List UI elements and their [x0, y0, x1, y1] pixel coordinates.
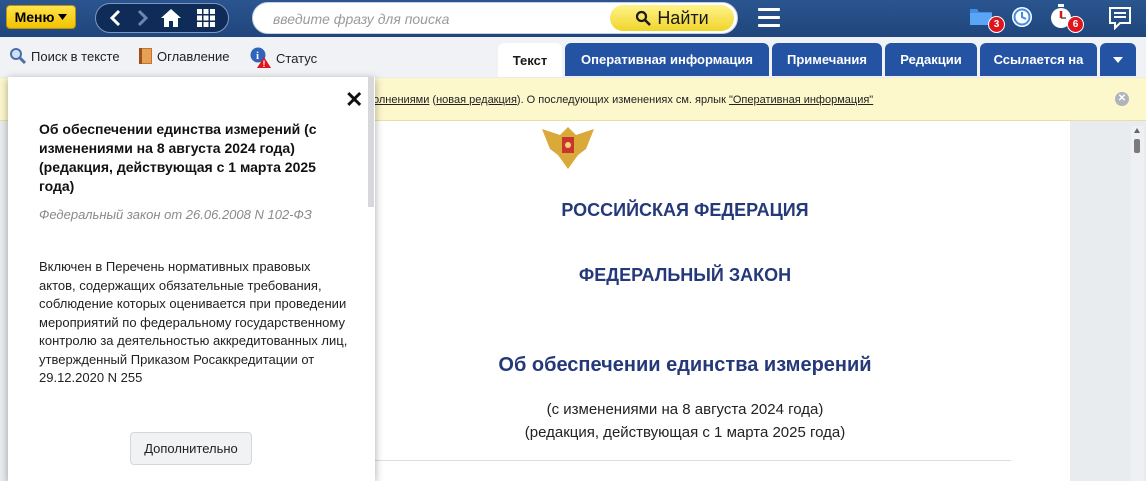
doc-title: Об обеспечении единства измерений — [498, 354, 872, 376]
tab-more-dropdown[interactable] — [1100, 43, 1136, 76]
folder-button[interactable]: 3 — [968, 4, 1005, 33]
tab-references[interactable]: Ссылается на — [980, 43, 1097, 76]
find-button[interactable]: Найти — [610, 5, 734, 31]
grid-button[interactable] — [191, 4, 221, 32]
back-button[interactable] — [100, 4, 130, 32]
contents-label: Оглавление — [157, 48, 230, 64]
menu-button[interactable]: Меню — [6, 5, 76, 29]
folder-badge: 3 — [988, 16, 1005, 33]
dropdown-arrow-icon — [1113, 56, 1123, 63]
doc-changes-line2: (редакция, действующая с 1 марта 2025 го… — [524, 424, 846, 441]
menu-label: Меню — [14, 9, 55, 25]
clock-icon — [1012, 7, 1032, 27]
document-body: РОССИЙСКАЯ ФЕДЕРАЦИЯ ФЕДЕРАЛЬНЫЙ ЗАКОН О… — [300, 121, 1070, 481]
chevron-left-icon — [109, 9, 121, 27]
info-warning-icon: i! — [250, 47, 271, 69]
svg-text:i: i — [256, 50, 259, 62]
forward-button[interactable] — [128, 4, 158, 32]
popup-title: Об обеспечении единства измерений (с изм… — [39, 121, 317, 194]
status-label: Статус — [276, 50, 318, 66]
doc-changes-line1: (с изменениями на 8 августа 2024 года) — [546, 401, 824, 418]
grid-icon — [197, 9, 215, 27]
tab-editions[interactable]: Редакции — [885, 43, 977, 76]
status-popup: ✕ Об обеспечении единства измерений (с и… — [8, 77, 375, 481]
doc-divider — [375, 460, 1011, 461]
svg-text:!: ! — [263, 59, 266, 69]
search-icon — [636, 10, 652, 26]
notice-middle-text: ). О последующих изменениях см. ярлык — [516, 94, 729, 106]
home-button[interactable] — [156, 4, 186, 32]
search-in-text-label: Поиск в тексте — [31, 48, 120, 64]
popup-body: Включен в Перечень нормативных правовых … — [39, 259, 348, 385]
notice-close-icon[interactable]: ✕ — [1115, 92, 1129, 106]
notice-link-operative[interactable]: "Оперативная информация" — [729, 94, 873, 106]
search-in-text-button[interactable]: Поиск в тексте — [9, 47, 120, 65]
close-icon[interactable]: ✕ — [345, 87, 363, 113]
popup-scrollbar[interactable] — [368, 77, 374, 207]
notice-text: олнениями (новая редакция). О последующи… — [373, 94, 873, 106]
magnifier-icon — [10, 48, 27, 65]
tab-operative-info[interactable]: Оперативная информация — [565, 43, 769, 76]
navigation-pill — [95, 3, 229, 33]
find-label: Найти — [657, 7, 709, 28]
scroll-up-icon[interactable] — [1134, 128, 1140, 133]
home-icon — [161, 9, 181, 27]
chat-button[interactable] — [1108, 6, 1132, 35]
doc-country: РОССИЙСКАЯ ФЕДЕРАЦИЯ — [561, 200, 809, 220]
caret-down-icon — [58, 14, 68, 20]
coat-of-arms-icon — [542, 127, 594, 169]
document-scrollbar[interactable] — [1131, 126, 1144, 481]
chevron-right-icon — [137, 9, 149, 27]
history-button[interactable] — [1011, 6, 1033, 33]
chat-icon — [1109, 7, 1131, 31]
more-button[interactable]: Дополнительно — [130, 432, 252, 465]
status-button[interactable]: i! Статус — [250, 47, 317, 69]
search-box: Найти — [252, 2, 738, 34]
top-bar: Меню Найти 3 — [0, 0, 1146, 37]
tab-notes[interactable]: Примечания — [772, 43, 882, 76]
notice-link-new-edition[interactable]: новая редакция — [436, 94, 517, 106]
scroll-thumb[interactable] — [1134, 139, 1140, 153]
timer-badge: 6 — [1067, 16, 1084, 33]
notice-link-additions[interactable]: олнениями — [373, 94, 429, 106]
tab-text[interactable]: Текст — [498, 43, 562, 77]
timer-button[interactable]: 6 — [1049, 4, 1084, 35]
search-input[interactable] — [271, 7, 595, 31]
book-icon — [139, 48, 152, 64]
popup-subtitle: Федеральный закон от 26.06.2008 N 102-ФЗ — [39, 207, 312, 222]
hamburger-icon[interactable] — [758, 8, 780, 28]
contents-button[interactable]: Оглавление — [138, 47, 229, 65]
doc-law-type: ФЕДЕРАЛЬНЫЙ ЗАКОН — [578, 265, 792, 285]
